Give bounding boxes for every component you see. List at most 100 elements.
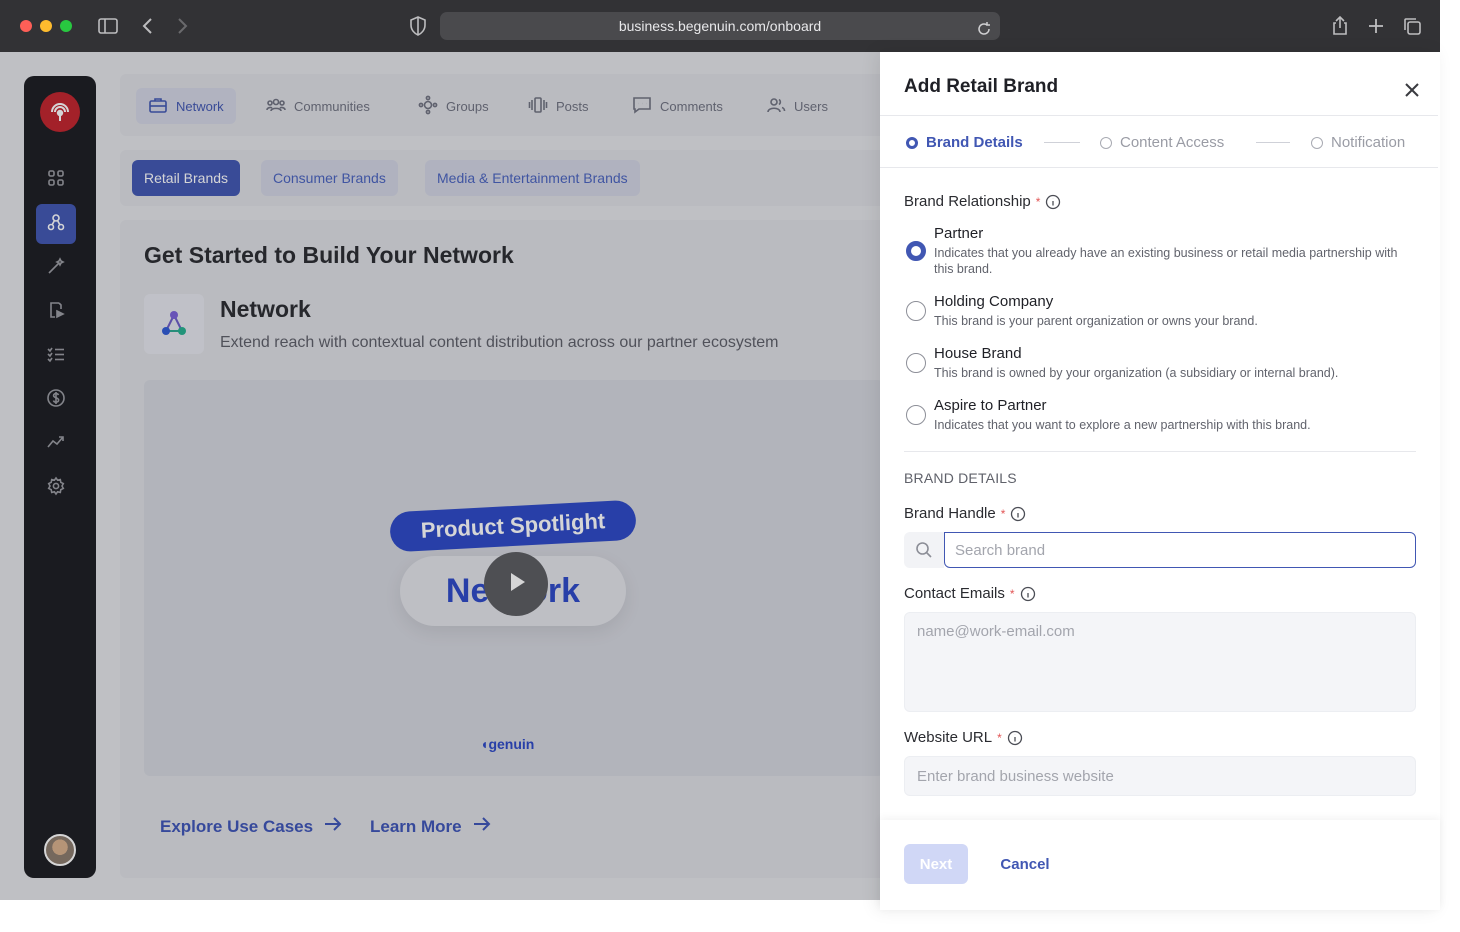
brand-details-caption: BRAND DETAILS: [904, 470, 1017, 486]
sidebar-item-network[interactable]: [36, 204, 76, 244]
minimize-window-button[interactable]: [40, 20, 52, 32]
privacy-shield-icon[interactable]: [406, 14, 430, 38]
contact-emails-text: Contact Emails: [904, 585, 1005, 602]
tab-users[interactable]: Users: [754, 88, 840, 124]
subtab-retail-brands[interactable]: Retail Brands: [132, 160, 241, 196]
radio-button[interactable]: [906, 405, 926, 425]
radio-option-house-brand[interactable]: House Brand This brand is owned by your …: [904, 345, 1424, 381]
user-avatar[interactable]: [44, 834, 76, 866]
comments-icon: [632, 95, 652, 118]
step-indicator: [1100, 136, 1112, 149]
subtab-media-brands[interactable]: Media & Entertainment Brands: [425, 160, 640, 196]
radio-button[interactable]: [906, 241, 926, 261]
info-icon[interactable]: [1045, 194, 1061, 210]
step-brand-details[interactable]: Brand Details: [906, 134, 1023, 151]
step-notification[interactable]: Notification: [1311, 134, 1405, 151]
close-window-button[interactable]: [20, 20, 32, 32]
radio-title: Partner: [934, 225, 984, 242]
sidebar-item-tasks[interactable]: [36, 336, 76, 376]
posts-icon: [528, 95, 548, 118]
tab-comments[interactable]: Comments: [620, 88, 735, 124]
play-video-button[interactable]: [484, 552, 548, 616]
required-asterisk: *: [1009, 586, 1015, 601]
tab-users-label: Users: [794, 98, 828, 114]
search-icon[interactable]: [904, 532, 944, 568]
maximize-window-button[interactable]: [60, 20, 72, 32]
address-bar[interactable]: business.begenuin.com/onboard: [440, 12, 1000, 40]
dollar-icon: [46, 388, 66, 413]
radio-button[interactable]: [906, 301, 926, 321]
cancel-button[interactable]: Cancel: [990, 844, 1060, 884]
sidebar-item-analytics[interactable]: [36, 424, 76, 464]
users-group-icon: [266, 95, 286, 118]
radio-description: Indicates that you want to explore a new…: [934, 418, 1311, 432]
genuin-brand-text: genuin: [488, 736, 535, 752]
tab-posts-label: Posts: [556, 98, 589, 114]
sidebar-item-dashboard[interactable]: [36, 160, 76, 200]
brand-logo[interactable]: [40, 92, 80, 132]
tab-overview-icon[interactable]: [1400, 14, 1424, 38]
brand-handle-label: Brand Handle *: [904, 505, 1026, 522]
learn-more-link[interactable]: Learn More: [370, 814, 492, 839]
network-graph-icon: [144, 294, 204, 354]
drawer-title: Add Retail Brand: [904, 76, 1059, 97]
website-url-text: Website URL: [904, 729, 993, 746]
tab-network[interactable]: Network: [136, 88, 236, 124]
info-icon[interactable]: [1007, 730, 1023, 746]
radio-description: This brand is owned by your organization…: [934, 366, 1339, 380]
tab-network-label: Network: [176, 98, 224, 114]
analytics-icon: [46, 432, 66, 457]
intro-video[interactable]: Product Spotlight Network ◖genuin: [144, 380, 884, 776]
step-connector: [1256, 142, 1290, 143]
brand-relationship-text: Brand Relationship: [904, 193, 1031, 210]
getting-started-card: Get Started to Build Your Network Networ…: [120, 220, 920, 878]
info-icon[interactable]: [1010, 506, 1026, 522]
sidebar-item-studio[interactable]: [36, 248, 76, 288]
radio-title: Holding Company: [934, 293, 1054, 310]
radio-title: Aspire to Partner: [934, 397, 1047, 414]
share-icon[interactable]: [1328, 14, 1352, 38]
network-icon: [46, 212, 66, 237]
close-icon[interactable]: [1400, 78, 1424, 102]
website-url-field[interactable]: [904, 756, 1416, 796]
radio-option-holding-company[interactable]: Holding Company This brand is your paren…: [904, 293, 1424, 329]
sidebar-item-settings[interactable]: [36, 468, 76, 508]
step-label: Brand Details: [926, 134, 1023, 151]
reload-icon[interactable]: [976, 18, 992, 35]
subtab-consumer-brands[interactable]: Consumer Brands: [261, 160, 398, 196]
drawer-footer: Next Cancel: [880, 820, 1440, 910]
next-button[interactable]: Next: [904, 844, 968, 884]
contact-emails-field[interactable]: [904, 612, 1416, 712]
radio-option-aspire-to-partner[interactable]: Aspire to Partner Indicates that you wan…: [904, 397, 1424, 433]
arrow-right-icon: [472, 814, 492, 839]
sidebar-item-monetization[interactable]: [36, 380, 76, 420]
settings-icon: [46, 476, 66, 501]
video-spotlight-label: Product Spotlight: [389, 499, 637, 553]
network-description: Extend reach with contextual content dis…: [220, 334, 779, 351]
sidebar-toggle-icon[interactable]: [96, 14, 120, 38]
explore-use-cases-link[interactable]: Explore Use Cases: [160, 814, 343, 839]
tab-communities[interactable]: Communities: [254, 88, 382, 124]
grid-icon: [46, 168, 66, 193]
tab-groups[interactable]: Groups: [406, 88, 501, 124]
back-arrow-icon[interactable]: [136, 14, 160, 38]
explore-use-cases-label: Explore Use Cases: [160, 816, 314, 836]
divider: [880, 115, 1438, 116]
tab-posts[interactable]: Posts: [516, 88, 601, 124]
card-title: Get Started to Build Your Network: [144, 242, 514, 268]
step-content-access[interactable]: Content Access: [1100, 134, 1224, 151]
new-tab-icon[interactable]: [1364, 14, 1388, 38]
radio-option-partner[interactable]: Partner Indicates that you already have …: [904, 225, 1424, 277]
tab-groups-label: Groups: [446, 98, 489, 114]
radio-button[interactable]: [906, 353, 926, 373]
brand-search-input[interactable]: [944, 532, 1416, 568]
magic-wand-icon: [46, 256, 66, 281]
website-url-label: Website URL *: [904, 729, 1023, 746]
brand-relationship-label: Brand Relationship *: [904, 193, 1061, 210]
info-icon[interactable]: [1020, 586, 1036, 602]
sidebar-item-content[interactable]: [36, 292, 76, 332]
briefcase-icon: [148, 95, 168, 118]
checklist-icon: [46, 344, 66, 369]
radio-description: Indicates that you already have an exist…: [934, 246, 1398, 276]
forward-arrow-icon[interactable]: [170, 14, 194, 38]
